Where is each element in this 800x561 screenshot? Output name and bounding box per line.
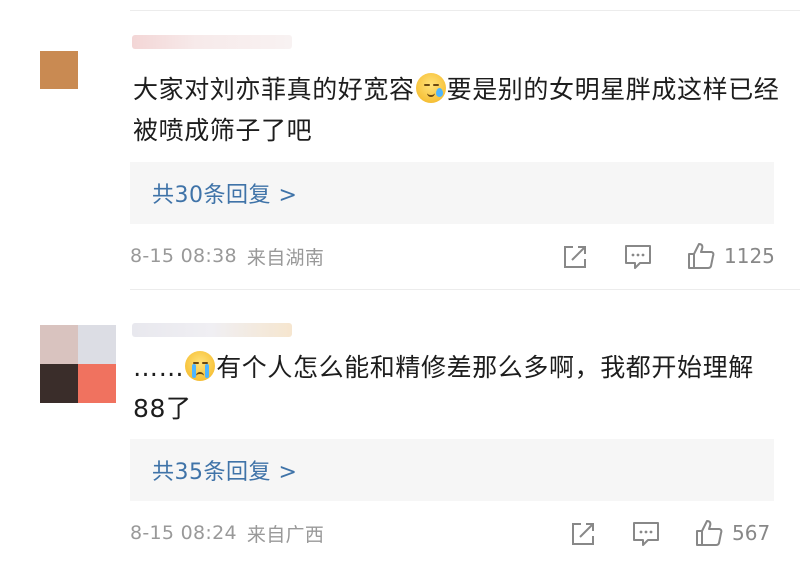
comment-icon[interactable] <box>623 242 653 272</box>
comment-text-after: 有个人怎么能和精修差那么多啊，我都开始理解88了 <box>133 353 754 423</box>
comment-meta: 8-15 08:38 来自湖南 <box>130 241 324 271</box>
replies-button[interactable]: 共35条回复 > <box>130 439 774 501</box>
comment-text-before: 大家对刘亦菲真的好宽容 <box>133 75 415 104</box>
like-icon[interactable] <box>694 518 724 548</box>
comment-text: …… 有个人怎么能和精修差那么多啊，我都开始理解88了 <box>133 347 783 429</box>
comment-location: 来自广西 <box>246 523 325 546</box>
share-icon[interactable] <box>560 242 590 272</box>
comment-location: 来自湖南 <box>246 246 325 269</box>
replies-button[interactable]: 共30条回复 > <box>130 162 774 224</box>
avatar[interactable] <box>40 325 116 403</box>
comment-date: 8-15 08:38 <box>130 245 237 267</box>
crying-emoji-icon <box>185 351 216 381</box>
comment-date: 8-15 08:24 <box>130 522 237 544</box>
like-count: 1125 <box>724 244 775 268</box>
comment-meta: 8-15 08:24 来自广西 <box>130 518 324 548</box>
username-blurred[interactable] <box>132 323 292 337</box>
like-count: 567 <box>732 521 771 545</box>
avatar[interactable] <box>40 51 78 89</box>
replies-label: 共30条回复 > <box>152 183 298 208</box>
replies-label: 共35条回复 > <box>152 460 298 485</box>
comment-text-before: …… <box>133 353 185 382</box>
comment-text: 大家对刘亦菲真的好宽容 要是别的女明星胖成这样已经被喷成筛子了吧 <box>133 69 783 151</box>
sweat-smile-emoji-icon <box>415 73 446 103</box>
comment-divider <box>130 289 800 290</box>
comment-icon[interactable] <box>631 519 661 549</box>
share-icon[interactable] <box>568 519 598 549</box>
top-divider <box>130 10 800 11</box>
username-blurred[interactable] <box>132 35 292 49</box>
like-icon[interactable] <box>686 241 716 271</box>
